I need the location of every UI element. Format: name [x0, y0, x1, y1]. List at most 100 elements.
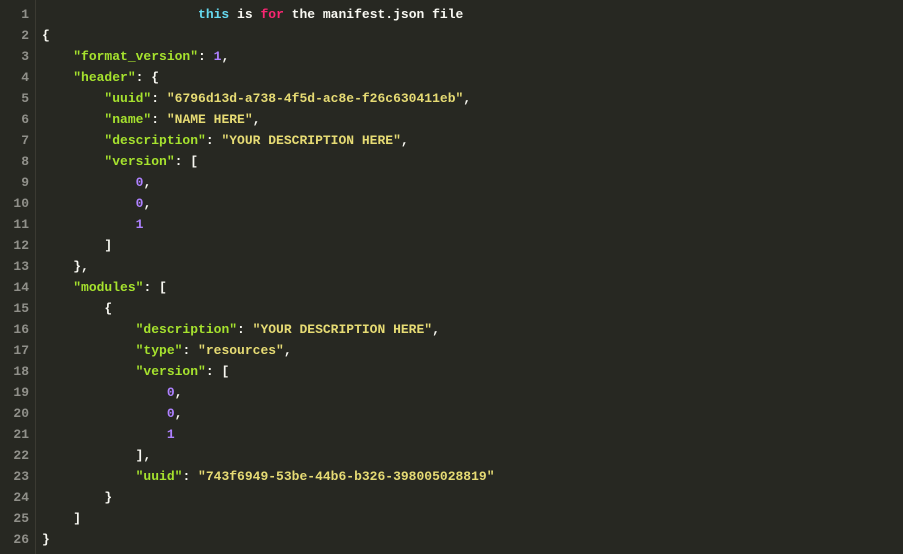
- line-number: 15: [4, 298, 29, 319]
- code-line[interactable]: {: [42, 298, 903, 319]
- code-line[interactable]: "type": "resources",: [42, 340, 903, 361]
- code-line[interactable]: 0,: [42, 172, 903, 193]
- code-line[interactable]: this is for the manifest.json file: [42, 4, 903, 25]
- code-token: ,: [432, 322, 440, 337]
- code-token: [42, 70, 73, 85]
- code-line[interactable]: "description": "YOUR DESCRIPTION HERE",: [42, 130, 903, 151]
- code-line[interactable]: "version": [: [42, 361, 903, 382]
- code-editor-content[interactable]: this is for the manifest.json file{ "for…: [36, 0, 903, 554]
- code-token: [42, 280, 73, 295]
- code-token: :: [198, 49, 214, 64]
- code-token: "uuid": [136, 469, 183, 484]
- code-token: "6796d13d-a738-4f5d-ac8e-f26c630411eb": [167, 91, 463, 106]
- line-number: 22: [4, 445, 29, 466]
- code-token: "resources": [198, 343, 284, 358]
- code-token: :: [182, 469, 198, 484]
- code-line[interactable]: "format_version": 1,: [42, 46, 903, 67]
- code-line[interactable]: ]: [42, 508, 903, 529]
- code-token: ],: [42, 448, 151, 463]
- code-line[interactable]: 0,: [42, 403, 903, 424]
- code-token: 0: [167, 385, 175, 400]
- code-token: :: [206, 133, 222, 148]
- code-token: [42, 385, 167, 400]
- code-token: [42, 175, 136, 190]
- code-line[interactable]: 0,: [42, 193, 903, 214]
- code-token: [42, 7, 198, 22]
- code-token: : [: [143, 280, 166, 295]
- code-line[interactable]: "modules": [: [42, 277, 903, 298]
- code-token: 1: [167, 427, 175, 442]
- code-token: this: [198, 7, 229, 22]
- code-token: }: [42, 490, 112, 505]
- code-token: "name": [104, 112, 151, 127]
- code-token: "NAME HERE": [167, 112, 253, 127]
- code-token: :: [237, 322, 253, 337]
- code-line[interactable]: "uuid": "743f6949-53be-44b6-b326-3980050…: [42, 466, 903, 487]
- code-token: "YOUR DESCRIPTION HERE": [253, 322, 432, 337]
- code-token: "743f6949-53be-44b6-b326-398005028819": [198, 469, 494, 484]
- code-line[interactable]: "name": "NAME HERE",: [42, 109, 903, 130]
- code-token: "version": [136, 364, 206, 379]
- code-line[interactable]: ],: [42, 445, 903, 466]
- code-token: :: [182, 343, 198, 358]
- code-token: ,: [143, 175, 151, 190]
- code-token: "description": [136, 322, 237, 337]
- line-number: 4: [4, 67, 29, 88]
- code-line[interactable]: "uuid": "6796d13d-a738-4f5d-ac8e-f26c630…: [42, 88, 903, 109]
- line-number: 26: [4, 529, 29, 550]
- code-token: [42, 364, 136, 379]
- code-token: ]: [42, 238, 112, 253]
- code-token: :: [151, 112, 167, 127]
- code-token: "YOUR DESCRIPTION HERE": [221, 133, 400, 148]
- code-token: ,: [284, 343, 292, 358]
- code-token: ]: [42, 511, 81, 526]
- code-line[interactable]: }: [42, 529, 903, 550]
- code-line[interactable]: }: [42, 487, 903, 508]
- line-number: 17: [4, 340, 29, 361]
- code-token: is: [229, 7, 260, 22]
- code-token: : {: [136, 70, 159, 85]
- line-number: 1: [4, 4, 29, 25]
- code-token: "format_version": [73, 49, 198, 64]
- code-token: },: [42, 259, 89, 274]
- code-token: "modules": [73, 280, 143, 295]
- line-number: 7: [4, 130, 29, 151]
- code-token: [42, 91, 104, 106]
- line-number-gutter: 1234567891011121314151617181920212223242…: [0, 0, 36, 554]
- code-token: [42, 217, 136, 232]
- line-number: 6: [4, 109, 29, 130]
- line-number: 24: [4, 487, 29, 508]
- code-line[interactable]: 0,: [42, 382, 903, 403]
- code-line[interactable]: "description": "YOUR DESCRIPTION HERE",: [42, 319, 903, 340]
- code-token: the manifest.json file: [284, 7, 463, 22]
- code-line[interactable]: "version": [: [42, 151, 903, 172]
- code-token: [42, 49, 73, 64]
- code-line[interactable]: 1: [42, 424, 903, 445]
- line-number: 25: [4, 508, 29, 529]
- code-line[interactable]: "header": {: [42, 67, 903, 88]
- code-token: "version": [104, 154, 174, 169]
- line-number: 12: [4, 235, 29, 256]
- line-number: 8: [4, 151, 29, 172]
- code-token: ,: [463, 91, 471, 106]
- code-token: "header": [73, 70, 135, 85]
- code-token: }: [42, 532, 50, 547]
- code-token: [42, 112, 104, 127]
- line-number: 19: [4, 382, 29, 403]
- code-token: "type": [136, 343, 183, 358]
- code-token: : [: [206, 364, 229, 379]
- code-token: "uuid": [104, 91, 151, 106]
- code-line[interactable]: },: [42, 256, 903, 277]
- code-line[interactable]: {: [42, 25, 903, 46]
- line-number: 9: [4, 172, 29, 193]
- code-line[interactable]: ]: [42, 235, 903, 256]
- code-token: [42, 427, 167, 442]
- code-token: "description": [104, 133, 205, 148]
- code-token: {: [42, 301, 112, 316]
- code-token: ,: [401, 133, 409, 148]
- code-token: 1: [136, 217, 144, 232]
- code-line[interactable]: 1: [42, 214, 903, 235]
- code-token: :: [151, 91, 167, 106]
- line-number: 13: [4, 256, 29, 277]
- line-number: 2: [4, 25, 29, 46]
